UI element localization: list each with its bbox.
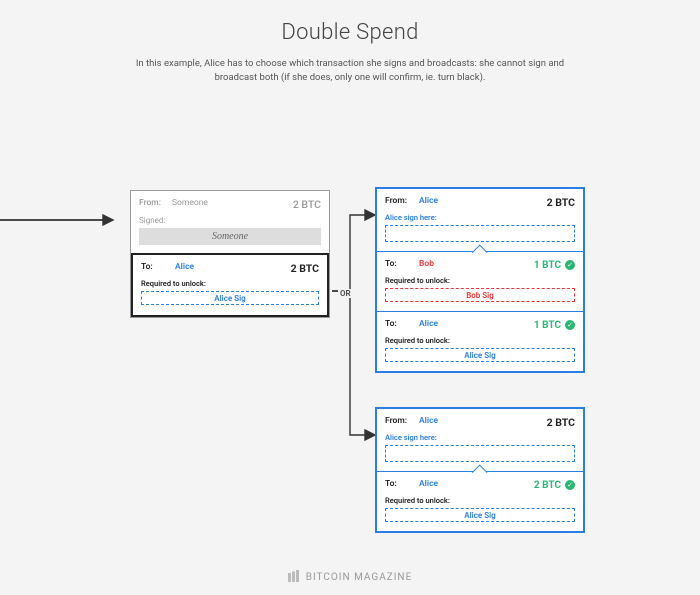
unlock-sig-field: Alice Sig — [385, 508, 575, 522]
to-label: To: — [385, 479, 415, 489]
notch-icon — [470, 251, 490, 257]
out-amount: 2 BTC — [534, 480, 561, 491]
tx-option-2: From: Alice 2 BTC Alice sign here: To: A… — [375, 407, 585, 533]
to-label: To: — [385, 259, 415, 269]
required-label: Required to unlock: — [385, 496, 575, 505]
check-icon: ✓ — [565, 480, 575, 490]
tx-original-from: From: Someone 2 BTC Signed: Someone — [131, 191, 329, 253]
sign-here-label: Alice sign here: — [385, 433, 575, 442]
from-label: From: — [139, 198, 169, 208]
to-label: To: — [141, 262, 171, 272]
unlock-sig-field: Alice Sig — [141, 291, 319, 305]
check-icon: ✓ — [565, 320, 575, 330]
signature-bar: Someone — [139, 228, 321, 245]
out-amount: 1 BTC — [534, 260, 561, 271]
sign-here-field — [385, 445, 575, 462]
tx-option-1: From: Alice 2 BTC Alice sign here: To: B… — [375, 187, 585, 373]
unlock-sig-field: Alice Sig — [385, 348, 575, 362]
arrows — [0, 85, 700, 585]
required-label: Required to unlock: — [385, 276, 575, 285]
from-value: Alice — [419, 416, 438, 426]
page-description: In this example, Alice has to choose whi… — [135, 57, 565, 85]
or-label: OR — [338, 289, 353, 298]
opt1-from: From: Alice 2 BTC Alice sign here: — [377, 189, 583, 251]
opt1-out1: To: Bob 1 BTC ✓ Required to unlock: Bob … — [377, 251, 583, 311]
from-amount: 2 BTC — [293, 198, 321, 211]
tx-original: From: Someone 2 BTC Signed: Someone To: … — [130, 190, 330, 318]
opt2-from: From: Alice 2 BTC Alice sign here: — [377, 409, 583, 471]
from-value: Alice — [419, 196, 438, 206]
footer-branding: BITCOIN MAGAZINE — [0, 570, 700, 585]
out-amount: 1 BTC — [534, 320, 561, 331]
to-amount: 2 BTC — [291, 262, 319, 275]
check-icon: ✓ — [565, 260, 575, 270]
from-amount: 2 BTC — [547, 196, 575, 209]
sign-here-label: Alice sign here: — [385, 213, 575, 222]
publisher-logo-icon — [288, 570, 302, 585]
to-label: To: — [385, 319, 415, 329]
diagram-canvas: OR From: Someone 2 BTC Signed: Someone T… — [0, 85, 700, 585]
from-value: Someone — [172, 198, 208, 208]
to-value: Alice — [419, 319, 438, 329]
notch-icon — [470, 471, 490, 477]
tx-original-to: To: Alice 2 BTC Required to unlock: Alic… — [131, 253, 329, 317]
required-label: Required to unlock: — [385, 336, 575, 345]
opt1-out2: To: Alice 1 BTC ✓ Required to unlock: Al… — [377, 311, 583, 371]
unlock-sig-field: Bob Sig — [385, 288, 575, 302]
from-label: From: — [385, 416, 415, 426]
footer-text: BITCOIN MAGAZINE — [306, 572, 413, 583]
signed-label: Signed: — [139, 216, 321, 225]
to-value: Alice — [419, 479, 438, 489]
to-value: Bob — [419, 259, 434, 269]
required-label: Required to unlock: — [141, 279, 319, 288]
page-title: Double Spend — [0, 20, 700, 45]
sign-here-field — [385, 225, 575, 242]
opt2-out1: To: Alice 2 BTC ✓ Required to unlock: Al… — [377, 471, 583, 531]
from-label: From: — [385, 196, 415, 206]
to-value: Alice — [175, 262, 194, 272]
from-amount: 2 BTC — [547, 416, 575, 429]
